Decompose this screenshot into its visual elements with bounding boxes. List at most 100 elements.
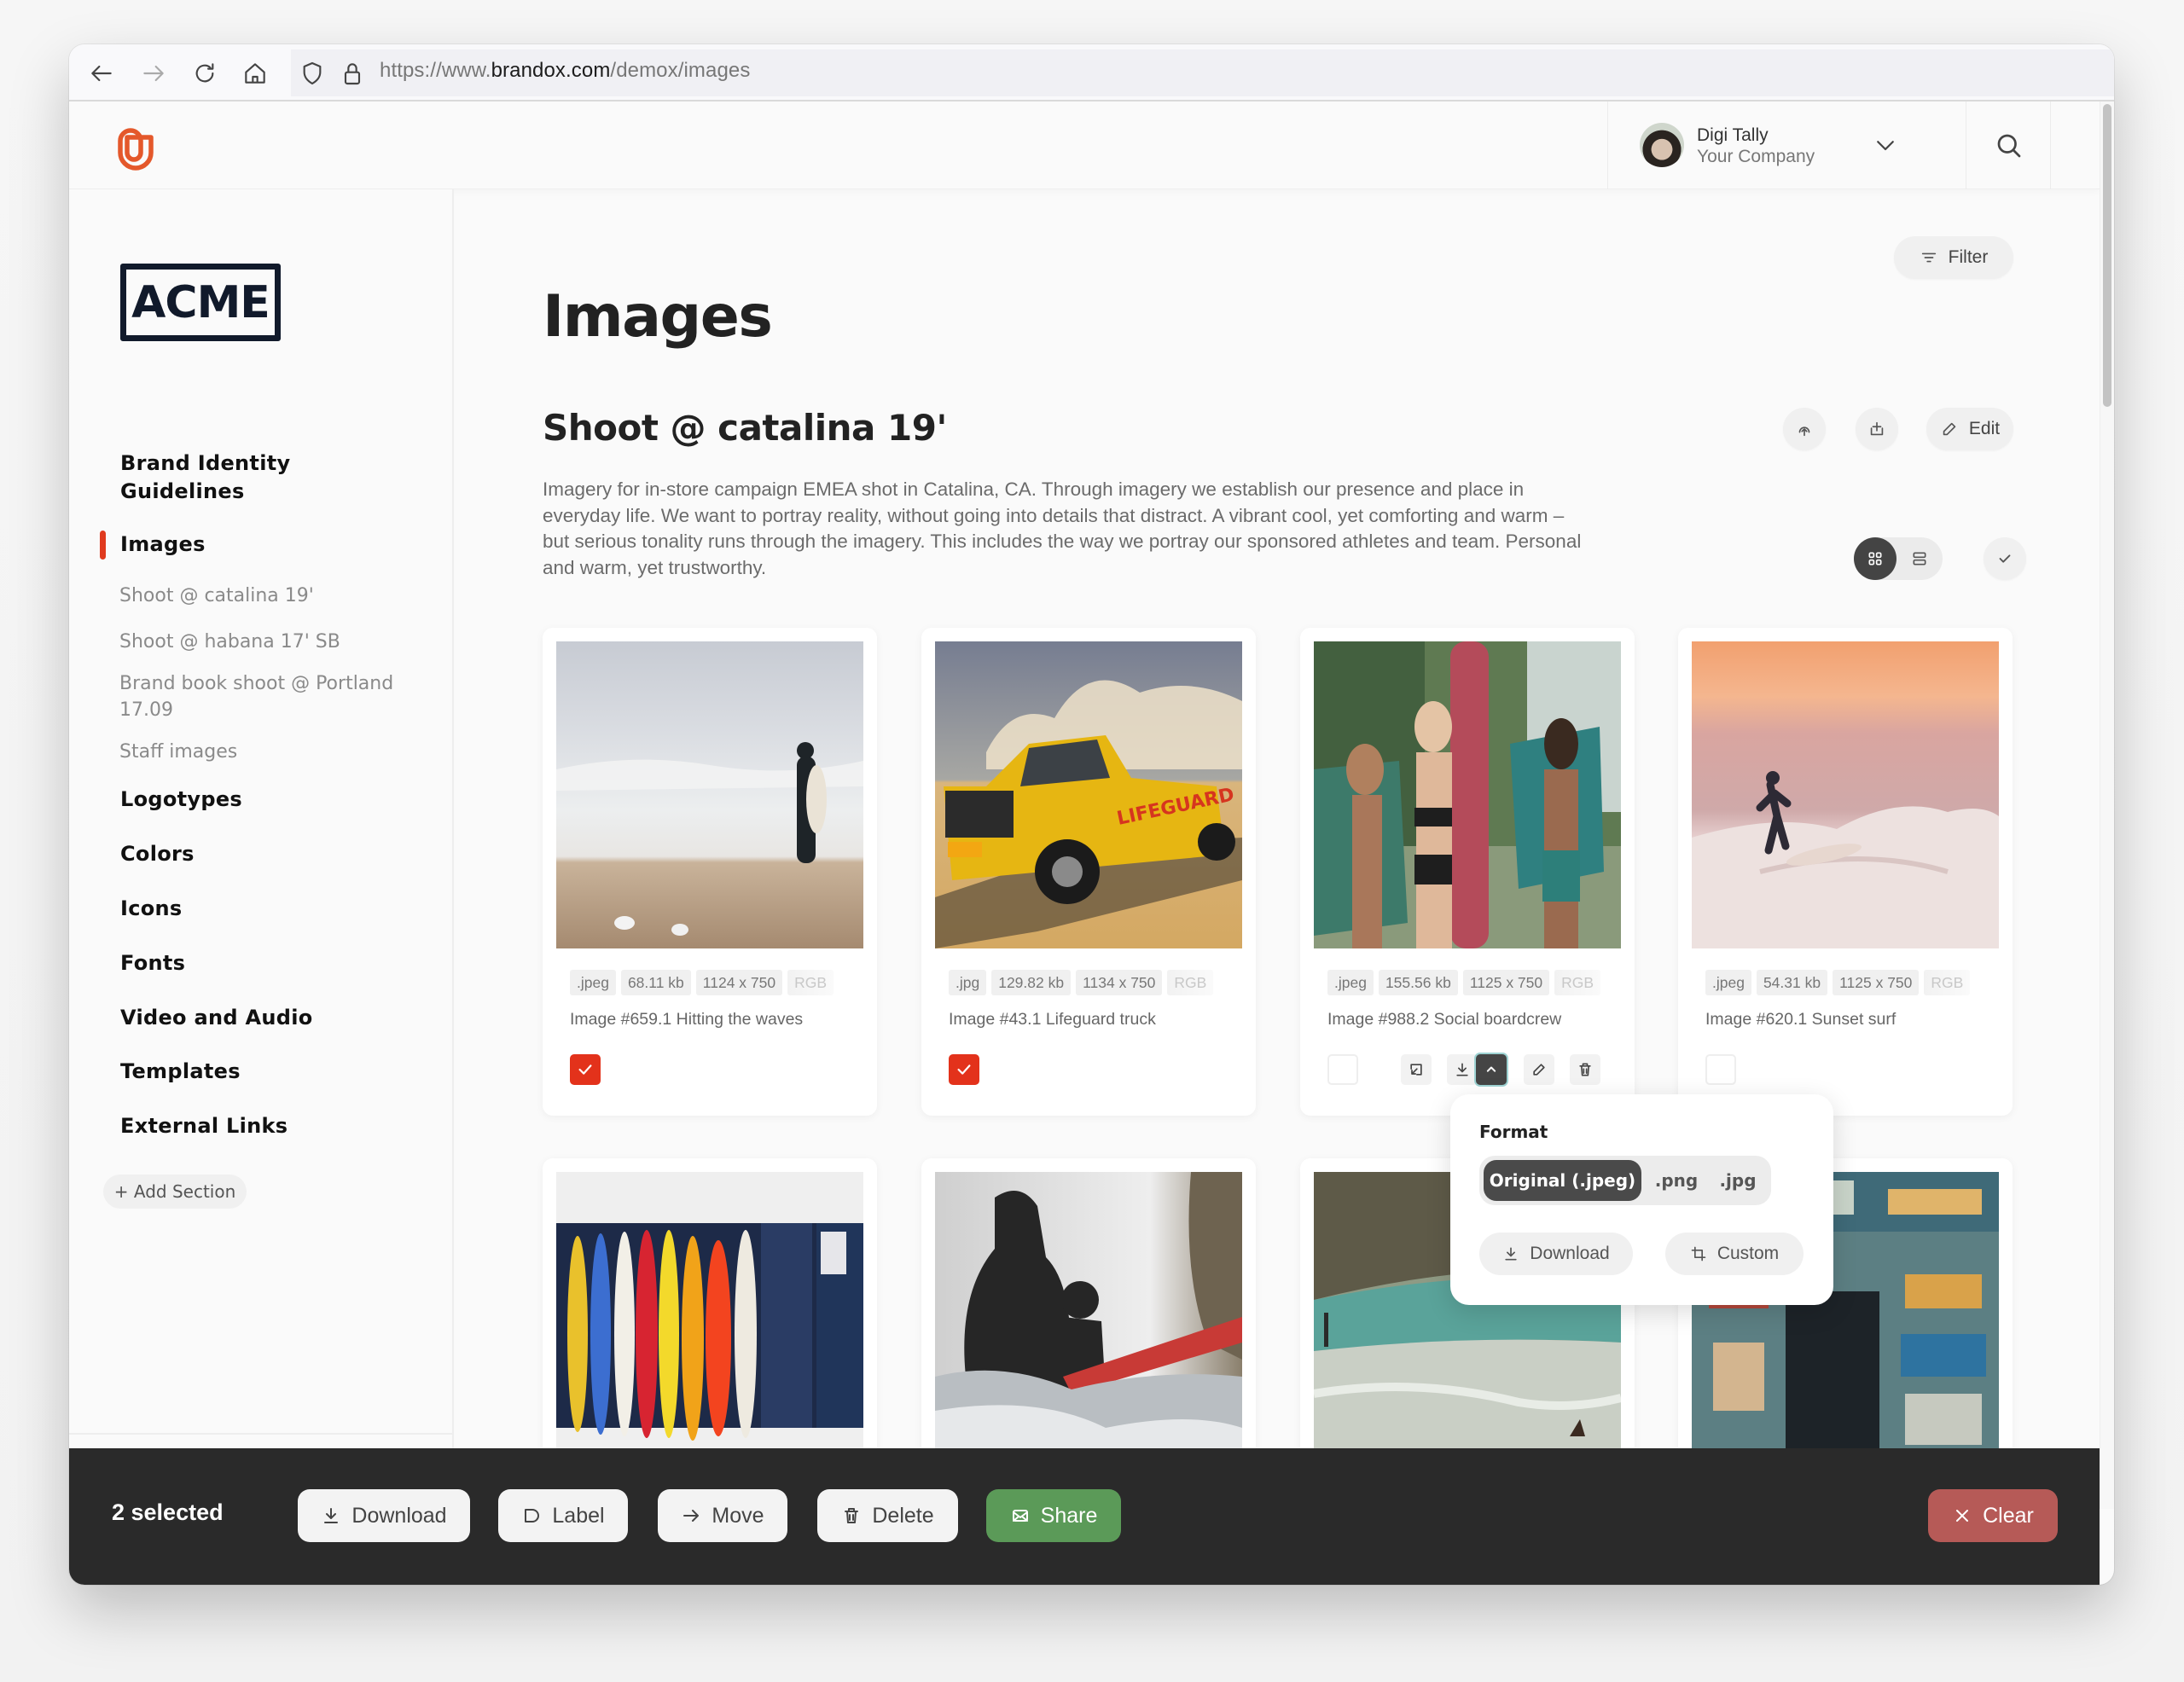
popover-custom-button[interactable]: Custom — [1665, 1232, 1804, 1275]
clear-selection-button[interactable]: Clear — [1928, 1489, 2058, 1542]
edit-button[interactable]: Edit — [1926, 408, 2013, 450]
bulk-label-button[interactable]: Label — [498, 1489, 628, 1542]
selection-action-bar: 2 selected Download Label Move Delete Sh… — [69, 1448, 2100, 1585]
forward-icon[interactable] — [140, 60, 167, 87]
add-to-collection-button[interactable] — [1856, 408, 1898, 450]
edit-label: Edit — [1968, 419, 2001, 438]
bulk-download-button[interactable]: Download — [298, 1489, 470, 1542]
filter-button[interactable]: Filter — [1894, 236, 2013, 279]
select-checkbox[interactable] — [949, 1054, 979, 1085]
size-tag: 54.31 kb — [1756, 970, 1828, 995]
sidebar-item-fonts[interactable]: Fonts — [120, 949, 185, 977]
image-card[interactable]: .jpeg 68.11 kb 1124 x 750 RGB Image #659… — [543, 628, 877, 1116]
image-thumbnail-sunset-surf[interactable] — [1692, 641, 1999, 948]
sidebar-item-images[interactable]: Images — [120, 531, 206, 559]
search-button[interactable] — [1966, 102, 2051, 189]
download-icon — [1505, 1247, 1517, 1261]
list-icon — [1913, 552, 1926, 566]
chevron-down-icon[interactable] — [1873, 132, 1898, 158]
url-path: /demox/images — [610, 59, 751, 82]
shield-icon[interactable] — [299, 60, 326, 87]
edit-image-button[interactable] — [1524, 1054, 1554, 1085]
format-option-original[interactable]: Original (.jpeg) — [1484, 1160, 1641, 1201]
section-title: Shoot @ catalina 19' — [543, 407, 947, 449]
select-checkbox[interactable] — [570, 1054, 601, 1085]
sidebar-subitem-habana[interactable]: Shoot @ habana 17' SB — [119, 629, 340, 655]
acme-logo[interactable]: ACME — [120, 264, 281, 341]
sidebar-item-templates[interactable]: Templates — [120, 1058, 241, 1086]
home-icon[interactable] — [241, 60, 269, 87]
url-text[interactable]: https://www.brandox.com/demox/images — [380, 59, 750, 83]
sidebar-subitem-staff[interactable]: Staff images — [119, 739, 237, 765]
download-button[interactable] — [1447, 1054, 1478, 1085]
image-meta-tags: .jpeg 155.56 kb 1125 x 750 RGB — [1327, 970, 1601, 995]
checkmark-icon — [578, 1064, 592, 1075]
size-tag: 155.56 kb — [1378, 970, 1458, 995]
format-tag: .jpeg — [1327, 970, 1374, 995]
sidebar-subitem-portland[interactable]: Brand book shoot @ Portland 17.09 — [119, 670, 393, 723]
arrow-right-icon — [683, 1510, 700, 1522]
bulk-share-label: Share — [1040, 1503, 1098, 1528]
list-view-button[interactable] — [1898, 537, 1941, 580]
format-option-png[interactable]: .png — [1647, 1156, 1706, 1205]
sidebar-item-icons[interactable]: Icons — [120, 895, 183, 923]
sidebar-subitem-label-line2: 17.09 — [119, 699, 173, 721]
size-tag: 68.11 kb — [620, 970, 691, 995]
bulk-download-label: Download — [351, 1503, 447, 1528]
filter-icon — [1921, 252, 1936, 263]
clear-selection-label: Clear — [1983, 1503, 2034, 1528]
back-icon[interactable] — [88, 60, 115, 87]
bulk-share-button[interactable]: Share — [986, 1489, 1121, 1542]
sidebar-item-logotypes[interactable]: Logotypes — [120, 786, 242, 814]
color-mode-tag: RGB — [1554, 970, 1601, 995]
image-card[interactable]: .jpeg 155.56 kb 1125 x 750 RGB Image #98… — [1300, 628, 1635, 1116]
select-checkbox[interactable] — [1705, 1054, 1736, 1085]
image-thumbnail-hitting-waves[interactable] — [556, 641, 863, 948]
bulk-delete-button[interactable]: Delete — [817, 1489, 958, 1542]
format-segmented-control[interactable]: Original (.jpeg) .png .jpg — [1479, 1156, 1771, 1205]
sidebar-item-label: Brand Identity — [120, 451, 291, 475]
select-all-button[interactable] — [1984, 537, 2026, 580]
sidebar-item-colors[interactable]: Colors — [120, 840, 195, 868]
sidebar-divider — [69, 1433, 454, 1435]
pencil-icon — [1533, 1064, 1545, 1076]
scrollbar-thumb[interactable] — [2103, 104, 2111, 407]
download-options-toggle[interactable] — [1476, 1054, 1507, 1085]
brandox-logo-icon[interactable] — [112, 124, 156, 171]
open-in-new-button[interactable] — [1401, 1054, 1432, 1085]
color-mode-tag: RGB — [1924, 970, 1971, 995]
add-box-icon — [1870, 421, 1884, 436]
filter-label: Filter — [1948, 247, 1989, 267]
sidebar-item-external-links[interactable]: External Links — [120, 1112, 288, 1140]
grid-icon — [1868, 552, 1882, 566]
reload-icon[interactable] — [191, 60, 218, 87]
sidebar-subitem-catalina[interactable]: Shoot @ catalina 19' — [119, 583, 314, 609]
select-checkbox[interactable] — [1327, 1054, 1358, 1085]
pencil-icon — [1943, 422, 1956, 436]
sidebar-item-brand-identity[interactable]: Brand Identity Guidelines — [120, 450, 290, 506]
image-thumbnail-social-boardcrew[interactable] — [1314, 641, 1621, 948]
bulk-move-label: Move — [712, 1503, 764, 1528]
image-thumbnail-lifeguard-truck[interactable]: LIFEGUARD — [935, 641, 1242, 948]
grid-view-button[interactable] — [1854, 537, 1896, 580]
image-meta-tags: .jpeg 54.31 kb 1125 x 750 RGB — [1705, 970, 1971, 995]
sidebar-item-video-audio[interactable]: Video and Audio — [120, 1004, 313, 1032]
format-label: Format — [1479, 1122, 1548, 1142]
format-tag: .jpeg — [570, 970, 616, 995]
avatar — [1640, 123, 1684, 167]
image-card[interactable]: .jpeg 54.31 kb 1125 x 750 RGB Image #620… — [1678, 628, 2013, 1116]
image-thumbnail-surfboards-rack[interactable] — [556, 1172, 863, 1479]
view-mode-toggle[interactable] — [1854, 537, 1943, 580]
delete-image-button[interactable] — [1570, 1054, 1600, 1085]
upload-button[interactable] — [1783, 408, 1826, 450]
image-meta-tags: .jpg 129.82 kb 1134 x 750 RGB — [949, 970, 1214, 995]
mail-icon — [1012, 1510, 1028, 1522]
format-option-jpg[interactable]: .jpg — [1710, 1156, 1766, 1205]
popover-download-button[interactable]: Download — [1479, 1232, 1633, 1275]
add-section-button[interactable]: + Add Section — [103, 1174, 247, 1209]
image-thumbnail-surfers-in-water[interactable] — [935, 1172, 1242, 1479]
image-card[interactable]: LIFEGUARD .jpg 129.82 kb 1134 x 750 RGB … — [921, 628, 1256, 1116]
bulk-move-button[interactable]: Move — [658, 1489, 787, 1542]
search-icon — [1997, 134, 2021, 158]
selected-count: 2 selected — [112, 1499, 224, 1525]
